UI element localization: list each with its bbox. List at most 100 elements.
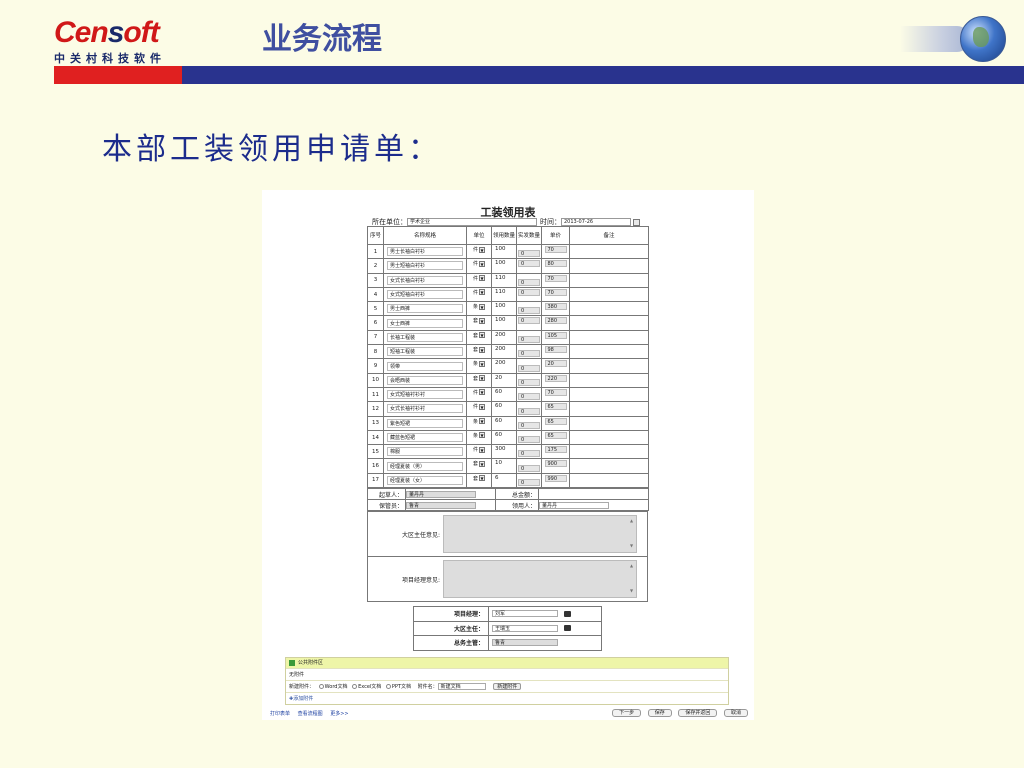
new-attachment-button[interactable]: 新建附件 — [493, 683, 522, 690]
unit-price-input[interactable]: 220 — [544, 374, 567, 382]
dropdown-arrow-icon[interactable]: ▼ — [479, 432, 485, 439]
unit-price-input[interactable]: 65 — [544, 417, 567, 425]
scrollbar[interactable]: ▲ ▼ — [630, 518, 634, 550]
item-name-input[interactable]: 短袖工程装 — [387, 347, 463, 357]
unit-price-input[interactable]: 70 — [544, 274, 567, 282]
dropdown-arrow-icon[interactable]: ▼ — [479, 375, 485, 382]
unit-price-input[interactable]: 80 — [544, 260, 567, 268]
add-attachment-link[interactable]: ✚添加附件 — [286, 692, 728, 704]
dropdown-arrow-icon[interactable]: ▼ — [479, 475, 485, 482]
item-name-input[interactable]: 男士长袖白衬衫 — [387, 247, 463, 257]
remark-cell[interactable] — [569, 315, 649, 331]
actual-quantity-input[interactable]: 0 — [518, 421, 540, 429]
unit-price-input[interactable]: 70 — [544, 388, 567, 396]
unit-select[interactable]: 套 — [473, 347, 478, 353]
actual-quantity-input[interactable]: 0 — [518, 336, 540, 344]
actual-quantity-input[interactable]: 0 — [518, 260, 540, 268]
remark-cell[interactable] — [569, 429, 649, 446]
cancel-button[interactable]: 取消 — [723, 709, 748, 717]
dropdown-arrow-icon[interactable]: ▼ — [479, 389, 485, 396]
remark-cell[interactable] — [569, 472, 649, 489]
more-link[interactable]: 更多>> — [330, 711, 348, 717]
actual-quantity-input[interactable]: 0 — [518, 464, 540, 472]
unit-select[interactable]: 套 — [473, 333, 478, 339]
opinion-region-director-textarea[interactable]: ▲ ▼ — [443, 515, 637, 553]
actual-quantity-input[interactable]: 0 — [518, 407, 540, 415]
scrollbar[interactable]: ▲ ▼ — [630, 563, 634, 595]
actual-quantity-input[interactable]: 0 — [518, 393, 540, 401]
item-name-input[interactable]: 藏蓝色短裙 — [387, 433, 463, 442]
dropdown-arrow-icon[interactable]: ▼ — [479, 332, 485, 339]
user-picker-icon[interactable] — [564, 625, 571, 632]
filename-input[interactable]: 新建文档 — [437, 683, 486, 690]
actual-quantity-input[interactable]: 0 — [518, 364, 540, 372]
dropdown-arrow-icon[interactable]: ▼ — [479, 317, 485, 324]
approver-input[interactable]: 鲁青 — [492, 639, 558, 647]
item-name-input[interactable]: 经理夏装（女） — [387, 475, 463, 485]
dropdown-arrow-icon[interactable]: ▼ — [479, 446, 485, 453]
approver-input[interactable]: 王瑞玉 — [492, 624, 558, 632]
item-name-input[interactable]: 领带 — [387, 361, 463, 371]
unit-price-input[interactable]: 380 — [544, 303, 567, 311]
remark-cell[interactable] — [569, 372, 649, 388]
unit-select[interactable]: 条 — [473, 304, 478, 310]
actual-quantity-input[interactable]: 0 — [518, 317, 540, 325]
item-name-input[interactable]: 女式长袖衬衫衬 — [387, 404, 463, 414]
dropdown-arrow-icon[interactable]: ▼ — [479, 246, 485, 253]
remark-cell[interactable] — [569, 272, 649, 288]
unit-price-input[interactable]: 105 — [544, 331, 567, 339]
unit-select[interactable]: 条 — [473, 361, 478, 367]
item-name-input[interactable]: 女式短袖白衬衫 — [387, 290, 463, 300]
unit-select[interactable]: 条 — [473, 419, 478, 425]
unit-price-input[interactable]: 98 — [544, 346, 567, 354]
unit-select[interactable]: 条 — [473, 433, 478, 439]
save-and-return-button[interactable]: 保存并返回 — [678, 709, 718, 717]
remark-cell[interactable] — [569, 286, 649, 303]
dropdown-arrow-icon[interactable]: ▼ — [479, 360, 485, 367]
next-step-button[interactable]: 下一步 — [612, 709, 642, 717]
unit-select[interactable]: 件 — [473, 290, 478, 296]
unit-select[interactable]: 件 — [473, 404, 478, 410]
remark-cell[interactable] — [569, 344, 649, 360]
remark-cell[interactable] — [569, 444, 649, 460]
unit-select[interactable]: 件 — [473, 276, 478, 282]
unit-select[interactable]: 套 — [473, 461, 478, 467]
time-input[interactable]: 2013-07-26 — [561, 218, 631, 226]
unit-select[interactable]: 套 — [473, 476, 478, 482]
unit-input[interactable]: 学术企业 — [407, 218, 537, 226]
actual-quantity-input[interactable]: 0 — [518, 350, 540, 358]
recipient-input[interactable]: 董丹丹 — [539, 501, 609, 509]
unit-price-input[interactable]: 70 — [544, 288, 567, 296]
user-picker-icon[interactable] — [564, 610, 571, 617]
remark-cell[interactable] — [569, 301, 649, 317]
dropdown-arrow-icon[interactable]: ▼ — [479, 275, 485, 282]
item-name-input[interactable]: 棉服 — [387, 447, 463, 457]
remark-cell[interactable] — [569, 243, 649, 260]
item-name-input[interactable]: 女式长袖白衬衫 — [387, 275, 463, 285]
unit-select[interactable]: 套 — [473, 318, 478, 324]
remark-cell[interactable] — [569, 358, 649, 374]
save-button[interactable]: 保存 — [647, 709, 672, 717]
dropdown-arrow-icon[interactable]: ▼ — [479, 418, 485, 425]
item-name-input[interactable]: 男士短袖白衬衫 — [387, 261, 463, 271]
remark-cell[interactable] — [569, 386, 649, 403]
actual-quantity-input[interactable]: 0 — [518, 378, 540, 386]
dropdown-arrow-icon[interactable]: ▼ — [479, 289, 485, 296]
dropdown-arrow-icon[interactable]: ▼ — [479, 460, 485, 467]
item-name-input[interactable]: 女式短袖衬衫衬 — [387, 390, 463, 400]
unit-price-input[interactable]: 65 — [544, 431, 567, 439]
unit-price-input[interactable]: 990 — [544, 474, 567, 482]
actual-quantity-input[interactable]: 0 — [518, 278, 540, 286]
approver-input[interactable]: 刘军 — [492, 610, 558, 618]
unit-price-input[interactable]: 175 — [544, 446, 567, 454]
item-name-input[interactable]: 男士西裤 — [387, 304, 463, 314]
item-name-input[interactable]: 长袖工程装 — [387, 332, 463, 342]
remark-cell[interactable] — [569, 258, 649, 274]
actual-quantity-input[interactable]: 0 — [518, 288, 540, 296]
keeper-input[interactable]: 鲁青 — [406, 501, 476, 509]
actual-quantity-input[interactable]: 0 — [518, 250, 540, 258]
remark-cell[interactable] — [569, 458, 649, 474]
dropdown-arrow-icon[interactable]: ▼ — [479, 303, 485, 310]
unit-select[interactable]: 件 — [473, 261, 478, 267]
dropdown-arrow-icon[interactable]: ▼ — [479, 346, 485, 353]
